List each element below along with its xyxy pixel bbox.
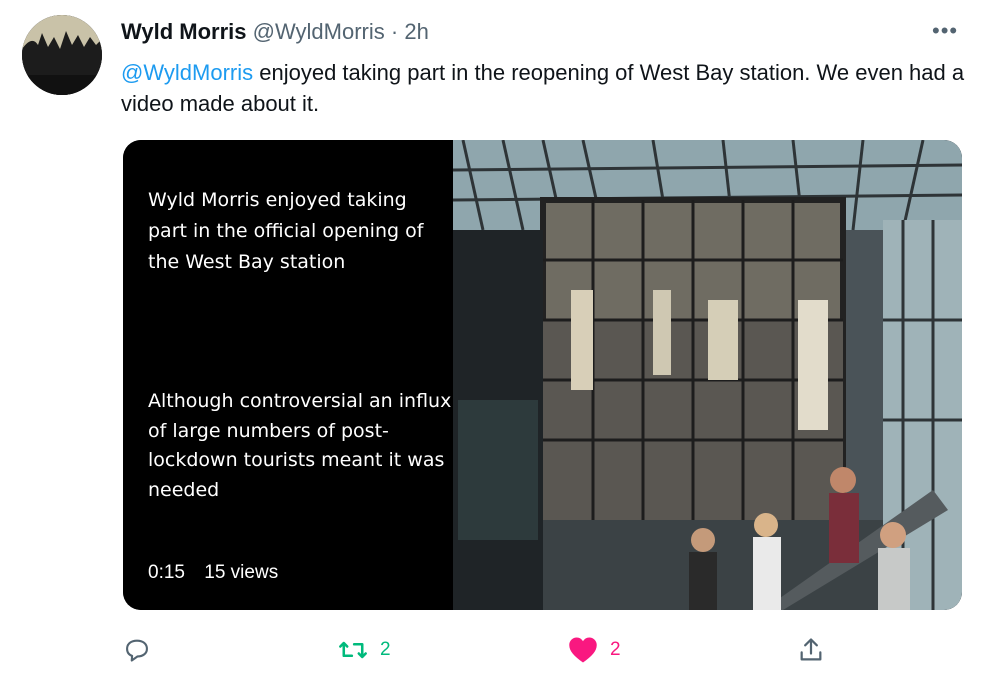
author-handle[interactable]: @WyldMorris: [253, 19, 385, 44]
share-icon: [800, 638, 822, 661]
video-player[interactable]: Wyld Morris enjoyed taking part in the o…: [123, 140, 962, 610]
tweet-text: @WyldMorris enjoyed taking part in the r…: [121, 57, 971, 119]
tweet-header: Wyld Morris @WyldMorris · 2h: [121, 18, 429, 46]
reply-button[interactable]: [123, 633, 163, 667]
video-stats: 0:15 15 views: [148, 562, 292, 584]
mention-link[interactable]: @WyldMorris: [121, 60, 253, 85]
avatar[interactable]: [22, 15, 102, 95]
reply-icon: [126, 639, 148, 662]
video-caption-1: Wyld Morris enjoyed taking part in the o…: [148, 189, 424, 273]
like-button[interactable]: 2: [568, 633, 621, 667]
heart-icon: [569, 637, 597, 663]
share-button[interactable]: [797, 633, 825, 667]
author-name[interactable]: Wyld Morris: [121, 19, 247, 44]
video-caption-2: Although controversial an influx of larg…: [148, 390, 452, 501]
timestamp[interactable]: 2h: [404, 19, 428, 44]
retweet-count: 2: [380, 639, 391, 660]
retweet-button[interactable]: 2: [338, 633, 391, 667]
like-count: 2: [610, 639, 621, 660]
avatar-image: [22, 15, 102, 95]
video-duration: 0:15: [148, 562, 185, 583]
separator: ·: [390, 19, 399, 44]
tweet: Wyld Morris @WyldMorris · 2h ••• @WyldMo…: [0, 0, 1000, 689]
retweet-icon: [339, 641, 367, 659]
more-icon[interactable]: •••: [932, 18, 958, 44]
video-views: 15 views: [204, 562, 279, 583]
